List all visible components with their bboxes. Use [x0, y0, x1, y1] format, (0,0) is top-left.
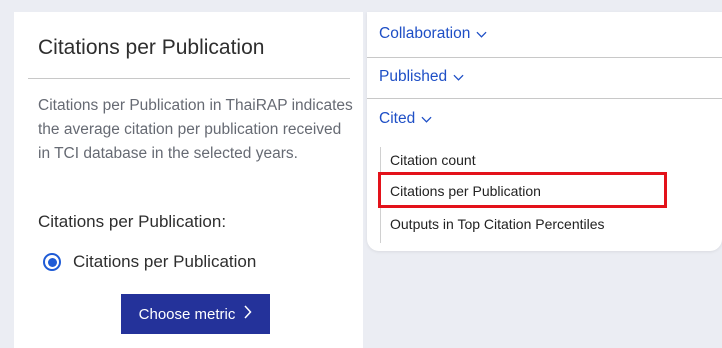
radio-selected-dot: [47, 257, 57, 267]
radio-button[interactable]: [43, 253, 61, 271]
chevron-right-icon: [243, 305, 252, 323]
choose-metric-button[interactable]: Choose metric: [121, 294, 270, 334]
title-divider: [28, 78, 350, 79]
section-divider: [367, 98, 722, 99]
metric-title: Citations per Publication: [38, 36, 265, 59]
section-divider: [367, 57, 722, 58]
menu-section-collaboration[interactable]: Collaboration: [379, 25, 487, 43]
choose-metric-label: Choose metric: [138, 305, 236, 323]
metric-details-panel: Citations per Publication Citations per …: [14, 12, 363, 348]
chevron-down-icon: [476, 31, 487, 38]
menu-item-outputs-top-percentiles[interactable]: Outputs in Top Citation Percentiles: [390, 216, 605, 232]
section-label: Published: [379, 68, 448, 85]
metric-radio-option[interactable]: Citations per Publication: [43, 252, 256, 272]
radio-label[interactable]: Citations per Publication: [73, 252, 256, 272]
menu-section-cited[interactable]: Cited: [379, 110, 432, 128]
metric-option-label: Citations per Publication:: [38, 212, 227, 231]
metric-description: Citations per Publication in ThaiRAP ind…: [38, 97, 353, 162]
section-label: Collaboration: [379, 25, 471, 42]
menu-section-published[interactable]: Published: [379, 68, 464, 86]
highlight-annotation-box: [378, 172, 667, 208]
metric-menu-panel: Collaboration Published Cited Citation c…: [367, 12, 722, 251]
chevron-down-icon: [421, 116, 432, 123]
chevron-down-icon: [453, 74, 464, 81]
section-label: Cited: [379, 110, 416, 127]
menu-item-citation-count[interactable]: Citation count: [390, 152, 476, 168]
